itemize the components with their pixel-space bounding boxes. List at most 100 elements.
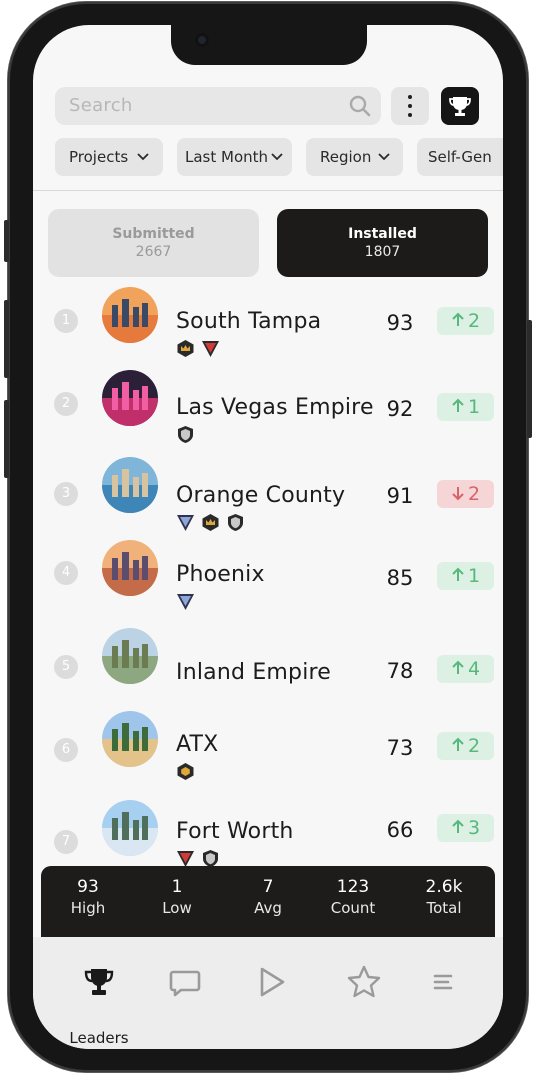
leaderboard-row[interactable]: 4 Phoenix 85 1 xyxy=(33,540,503,627)
rank-change-value: 3 xyxy=(467,817,481,839)
region-name: South Tampa xyxy=(176,309,322,334)
city-photo xyxy=(102,800,158,856)
rank-badge: 3 xyxy=(54,482,78,506)
region-score: 92 xyxy=(386,397,414,421)
nav-chat[interactable] xyxy=(155,961,215,1021)
filter-date-range[interactable]: Last Month xyxy=(177,138,292,176)
nav-leaders[interactable]: Leaders xyxy=(69,961,129,1047)
trophy-icon xyxy=(84,969,114,995)
installed-label: Installed xyxy=(348,226,417,242)
search-placeholder: Search xyxy=(69,95,133,116)
chevron-down-icon xyxy=(378,153,390,161)
arrow-up-icon xyxy=(452,398,464,412)
rank-change-value: 2 xyxy=(467,483,481,505)
stat-label: High xyxy=(70,899,106,917)
search-input[interactable]: Search xyxy=(55,87,381,125)
city-photo xyxy=(102,370,158,426)
rank-badge: 5 xyxy=(54,655,78,679)
stat-value: 93 xyxy=(77,877,99,897)
stat-value: 123 xyxy=(336,877,370,897)
city-photo xyxy=(102,628,158,684)
city-photo xyxy=(102,711,158,767)
leaderboard-row[interactable]: 1 South Tampa 93 2 xyxy=(33,287,503,373)
nav-play[interactable] xyxy=(241,961,301,1021)
region-score: 85 xyxy=(386,566,414,590)
nav-menu[interactable] xyxy=(414,961,474,1021)
stat-label: Count xyxy=(330,899,376,917)
filter-label: Projects xyxy=(69,148,129,166)
filter-self-gen[interactable]: Self-Gen xyxy=(417,138,503,176)
gold-hexagon-badge xyxy=(177,763,194,780)
region-name: Orange County xyxy=(176,483,346,508)
nav-favorites[interactable] xyxy=(334,961,394,1021)
stat-avg: 7 Avg xyxy=(228,877,308,917)
stat-high: 93 High xyxy=(48,877,128,917)
stat-low: 1 Low xyxy=(137,877,217,917)
camera xyxy=(195,33,209,47)
city-photo xyxy=(102,287,158,343)
arrow-up-icon xyxy=(452,312,464,326)
search-icon xyxy=(349,95,371,117)
kebab-dot xyxy=(408,95,412,99)
region-avatar xyxy=(102,540,158,596)
installed-tab[interactable]: Installed 1807 xyxy=(277,209,488,277)
rank-badge: 1 xyxy=(54,309,78,333)
gold-crown-badge xyxy=(177,340,194,357)
region-name: Phoenix xyxy=(176,562,265,587)
leaderboard-toggle-button[interactable] xyxy=(441,87,479,125)
leaderboard-row[interactable]: 6 ATX 73 2 xyxy=(33,711,503,798)
blue-chevron-badge xyxy=(177,594,194,610)
rank-change-value: 2 xyxy=(467,735,481,757)
stat-value: 1 xyxy=(171,877,183,897)
stat-total: 2.6k Total xyxy=(404,877,484,917)
silver-shield-badge xyxy=(228,514,243,531)
rank-change-badge: 2 xyxy=(437,307,494,335)
rank-change-badge: 1 xyxy=(437,562,494,590)
region-name: ATX xyxy=(176,732,219,757)
submitted-tab[interactable]: Submitted 2667 xyxy=(48,209,259,277)
rank-badge: 7 xyxy=(54,830,78,854)
city-photo xyxy=(102,457,158,513)
rank-change-value: 1 xyxy=(467,565,481,587)
rank-change-badge: 4 xyxy=(437,655,494,683)
filter-region[interactable]: Region xyxy=(306,138,403,176)
kebab-dot xyxy=(408,104,412,108)
blue-chevron-badge xyxy=(177,515,194,531)
region-avatar xyxy=(102,800,158,856)
region-name: Fort Worth xyxy=(176,819,294,844)
region-avatar xyxy=(102,628,158,684)
chevron-down-icon xyxy=(271,153,283,161)
leaderboard-row[interactable]: 5 Inland Empire 78 4 xyxy=(33,628,503,712)
notch xyxy=(171,25,367,65)
power-button xyxy=(527,320,532,438)
more-options-button[interactable] xyxy=(391,87,429,125)
stats-bar: 93 High 1 Low 7 Avg 123 Count 2.6k Total xyxy=(41,866,495,944)
filter-label: Region xyxy=(320,148,372,166)
kebab-dot xyxy=(408,113,412,117)
app-screen: Search Projects Last Month Region Self-G… xyxy=(33,25,503,1049)
arrow-up-icon xyxy=(452,819,464,833)
mute-switch xyxy=(4,220,9,262)
stat-label: Total xyxy=(426,899,462,917)
leaderboard-row[interactable]: 3 Orange County 91 2 xyxy=(33,457,503,544)
arrow-up-icon xyxy=(452,737,464,751)
region-avatar xyxy=(102,287,158,343)
filter-projects[interactable]: Projects xyxy=(55,138,163,176)
nav-label-leaders: Leaders xyxy=(69,1029,129,1047)
chat-icon xyxy=(169,970,201,997)
arrow-down-icon xyxy=(452,487,464,501)
leaderboard-row[interactable]: 2 Las Vegas Empire 92 1 xyxy=(33,370,503,457)
bottom-nav: Leaders xyxy=(33,937,503,1049)
volume-up-button xyxy=(4,300,9,378)
volume-down-button xyxy=(4,400,9,478)
arrow-up-icon xyxy=(452,660,464,674)
region-avatar xyxy=(102,370,158,426)
city-photo xyxy=(102,540,158,596)
silver-shield-badge xyxy=(178,426,193,443)
arrow-up-icon xyxy=(452,567,464,581)
stat-count: 123 Count xyxy=(313,877,393,917)
filter-label: Self-Gen xyxy=(428,148,492,166)
trophy-icon xyxy=(449,97,471,116)
rank-change-badge: 3 xyxy=(437,814,494,842)
installed-count: 1807 xyxy=(364,244,401,260)
